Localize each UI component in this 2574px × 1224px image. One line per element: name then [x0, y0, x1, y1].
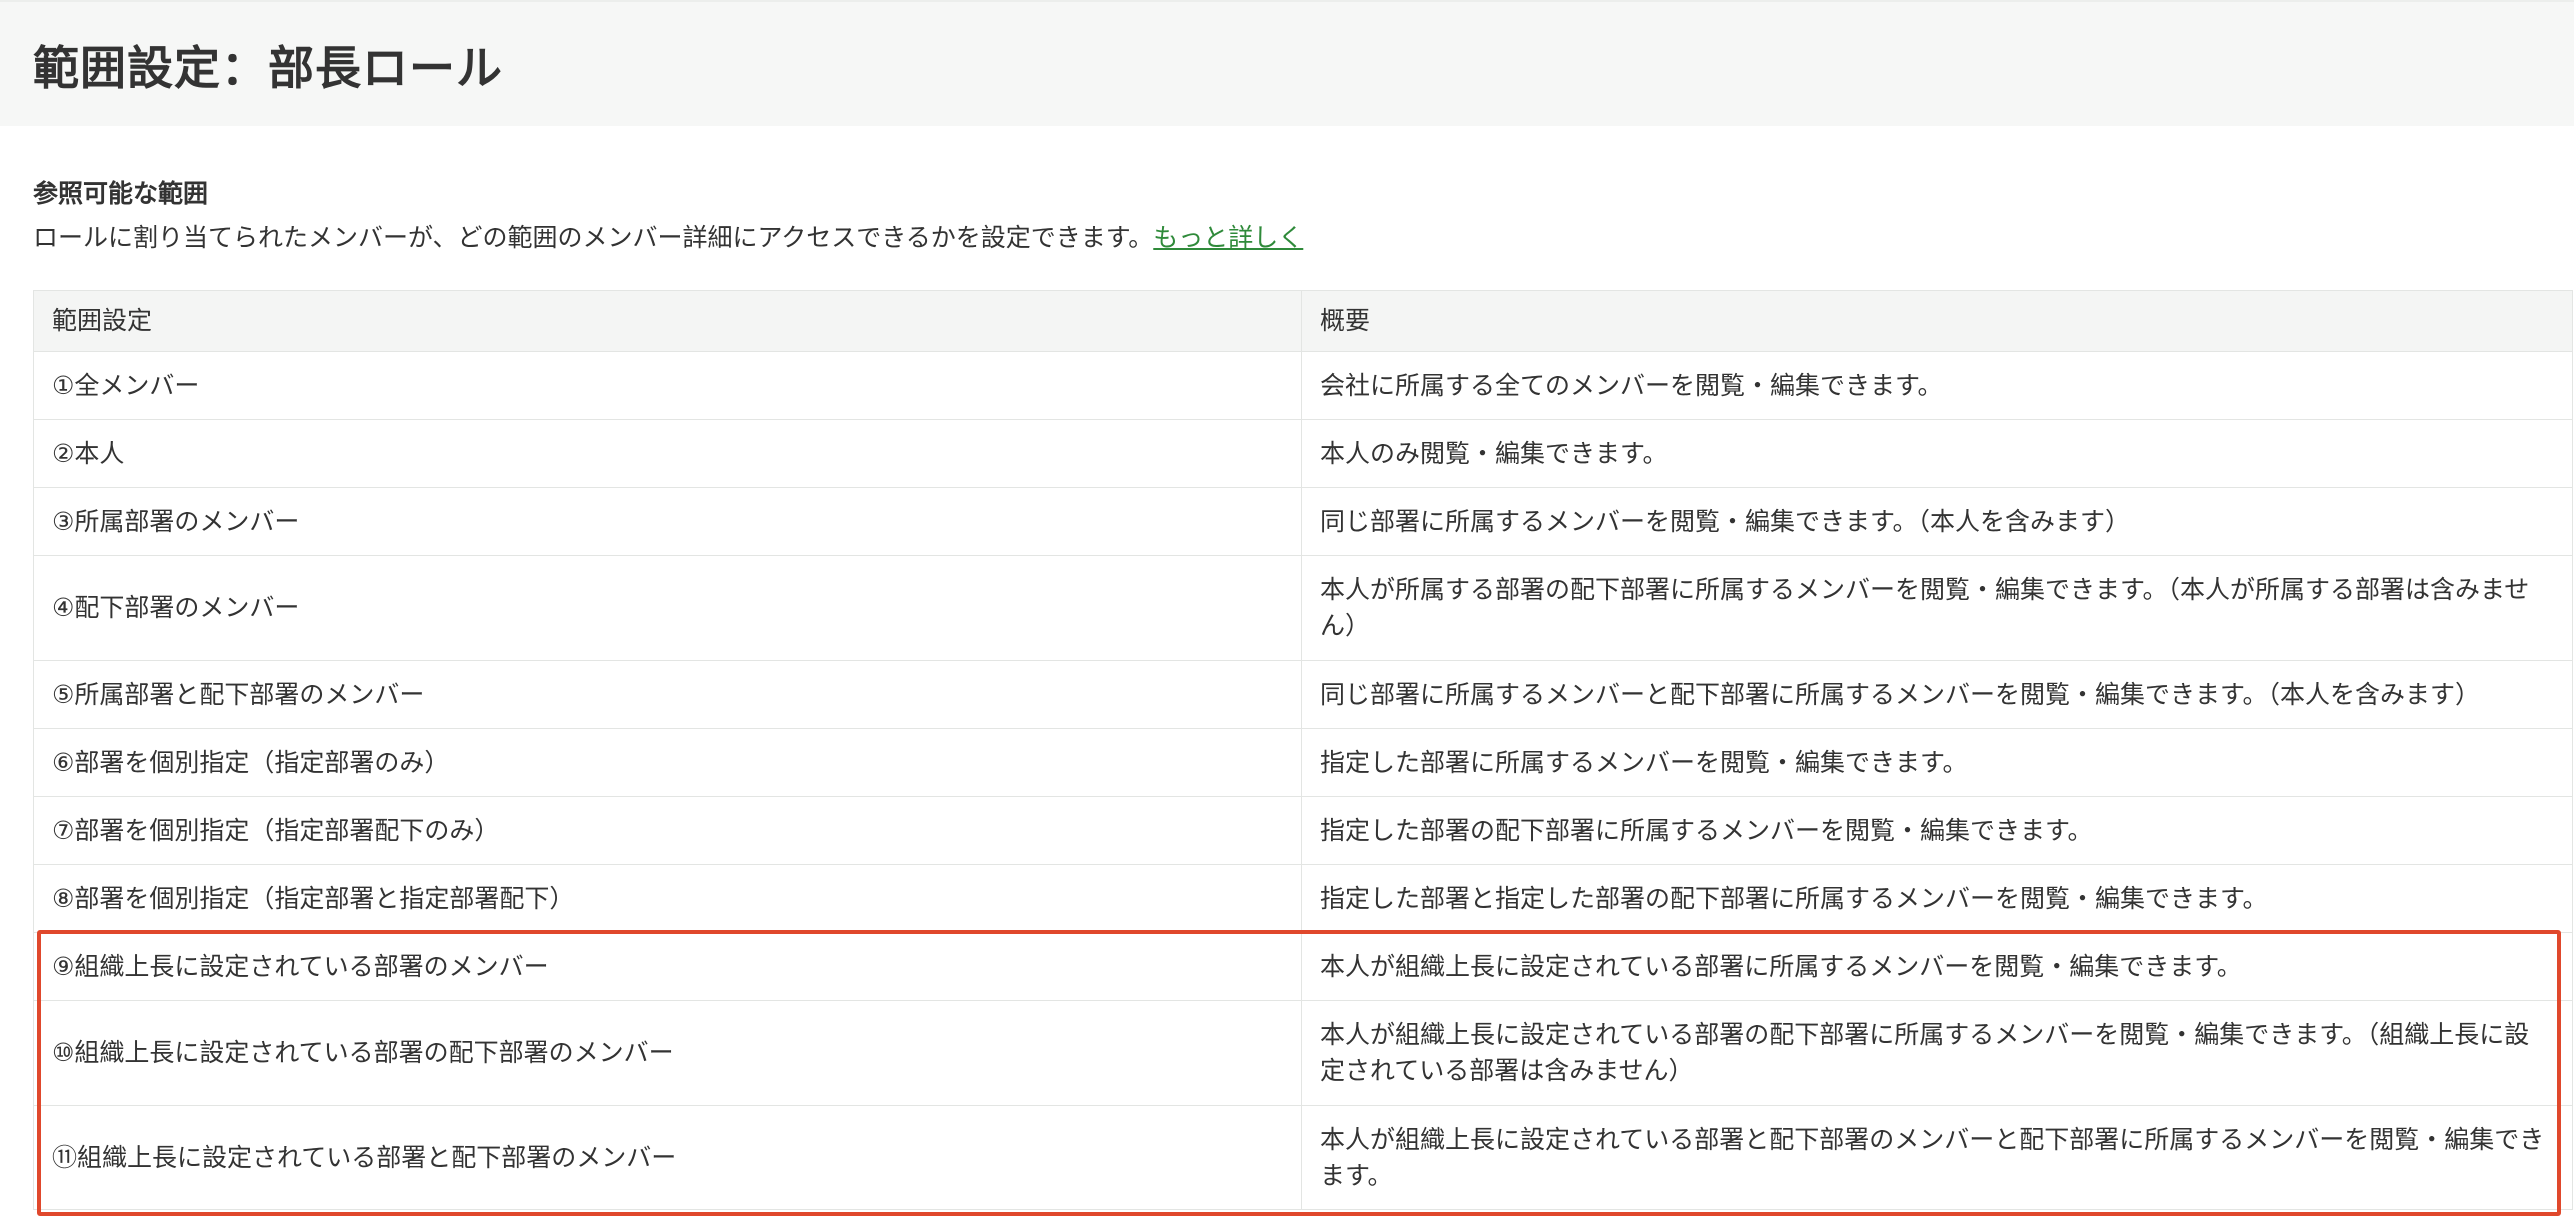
scope-cell: ⑥部署を個別指定（指定部署のみ）	[33, 728, 1302, 797]
scope-cell: ⑦部署を個別指定（指定部署配下のみ）	[33, 796, 1302, 865]
scope-cell: ⑩組織上長に設定されている部署の配下部署のメンバー	[33, 1000, 1302, 1106]
page-title: 範囲設定：部長ロール	[33, 41, 503, 95]
scope-cell: ⑪組織上長に設定されている部署と配下部署のメンバー	[33, 1105, 1302, 1210]
table-row: ⑩組織上長に設定されている部署の配下部署のメンバー 本人が組織上長に設定されてい…	[33, 1000, 2573, 1106]
section-title: 参照可能な範囲	[33, 179, 209, 208]
summary-cell: 本人が組織上長に設定されている部署と配下部署のメンバーと配下部署に所属するメンバ…	[1301, 1105, 2573, 1210]
table-row: ⑪組織上長に設定されている部署と配下部署のメンバー 本人が組織上長に設定されてい…	[33, 1105, 2573, 1210]
table-row: ⑨組織上長に設定されている部署のメンバー 本人が組織上長に設定されている部署に所…	[33, 932, 2573, 1001]
column-header-scope: 範囲設定	[33, 290, 1302, 352]
table-row: ③所属部署のメンバー 同じ部署に所属するメンバーを閲覧・編集できます。（本人を含…	[33, 487, 2573, 556]
page-header: 範囲設定：部長ロール	[0, 0, 2574, 126]
table-row: ⑦部署を個別指定（指定部署配下のみ） 指定した部署の配下部署に所属するメンバーを…	[33, 796, 2573, 865]
scope-table: 範囲設定 概要 ①全メンバー 会社に所属する全てのメンバーを閲覧・編集できます。…	[33, 290, 2573, 1210]
scope-cell: ⑧部署を個別指定（指定部署と指定部署配下）	[33, 864, 1302, 933]
scope-cell: ④配下部署のメンバー	[33, 555, 1302, 661]
scope-cell: ③所属部署のメンバー	[33, 487, 1302, 556]
section-description-text: ロールに割り当てられたメンバーが、どの範囲のメンバー詳細にアクセスできるかを設定…	[33, 223, 1154, 252]
table-row: ①全メンバー 会社に所属する全てのメンバーを閲覧・編集できます。	[33, 351, 2573, 420]
scope-cell: ①全メンバー	[33, 351, 1302, 420]
scope-cell: ②本人	[33, 419, 1302, 488]
table-header-row: 範囲設定 概要	[33, 290, 2573, 352]
summary-cell: 会社に所属する全てのメンバーを閲覧・編集できます。	[1301, 351, 2573, 420]
summary-cell: 同じ部署に所属するメンバーを閲覧・編集できます。（本人を含みます）	[1301, 487, 2573, 556]
summary-cell: 指定した部署の配下部署に所属するメンバーを閲覧・編集できます。	[1301, 796, 2573, 865]
learn-more-link[interactable]: もっと詳しく	[1153, 223, 1303, 252]
summary-cell: 本人が組織上長に設定されている部署の配下部署に所属するメンバーを閲覧・編集できま…	[1301, 1000, 2573, 1106]
summary-cell: 同じ部署に所属するメンバーと配下部署に所属するメンバーを閲覧・編集できます。（本…	[1301, 660, 2573, 729]
column-header-summary: 概要	[1301, 290, 2573, 352]
summary-cell: 本人のみ閲覧・編集できます。	[1301, 419, 2573, 488]
scope-cell: ⑨組織上長に設定されている部署のメンバー	[33, 932, 1302, 1001]
summary-cell: 本人が組織上長に設定されている部署に所属するメンバーを閲覧・編集できます。	[1301, 932, 2573, 1001]
table-row: ⑧部署を個別指定（指定部署と指定部署配下） 指定した部署と指定した部署の配下部署…	[33, 864, 2573, 933]
summary-cell: 指定した部署に所属するメンバーを閲覧・編集できます。	[1301, 728, 2573, 797]
summary-cell: 本人が所属する部署の配下部署に所属するメンバーを閲覧・編集できます。（本人が所属…	[1301, 555, 2573, 661]
scope-cell: ⑤所属部署と配下部署のメンバー	[33, 660, 1302, 729]
summary-cell: 指定した部署と指定した部署の配下部署に所属するメンバーを閲覧・編集できます。	[1301, 864, 2573, 933]
table-row: ⑥部署を個別指定（指定部署のみ） 指定した部署に所属するメンバーを閲覧・編集でき…	[33, 728, 2573, 797]
table-row: ⑤所属部署と配下部署のメンバー 同じ部署に所属するメンバーと配下部署に所属するメ…	[33, 660, 2573, 729]
table-row: ②本人 本人のみ閲覧・編集できます。	[33, 419, 2573, 488]
section-description: ロールに割り当てられたメンバーが、どの範囲のメンバー詳細にアクセスできるかを設定…	[33, 218, 1303, 254]
page: 範囲設定：部長ロール 参照可能な範囲 ロールに割り当てられたメンバーが、どの範囲…	[0, 0, 2574, 1224]
table-row: ④配下部署のメンバー 本人が所属する部署の配下部署に所属するメンバーを閲覧・編集…	[33, 555, 2573, 661]
